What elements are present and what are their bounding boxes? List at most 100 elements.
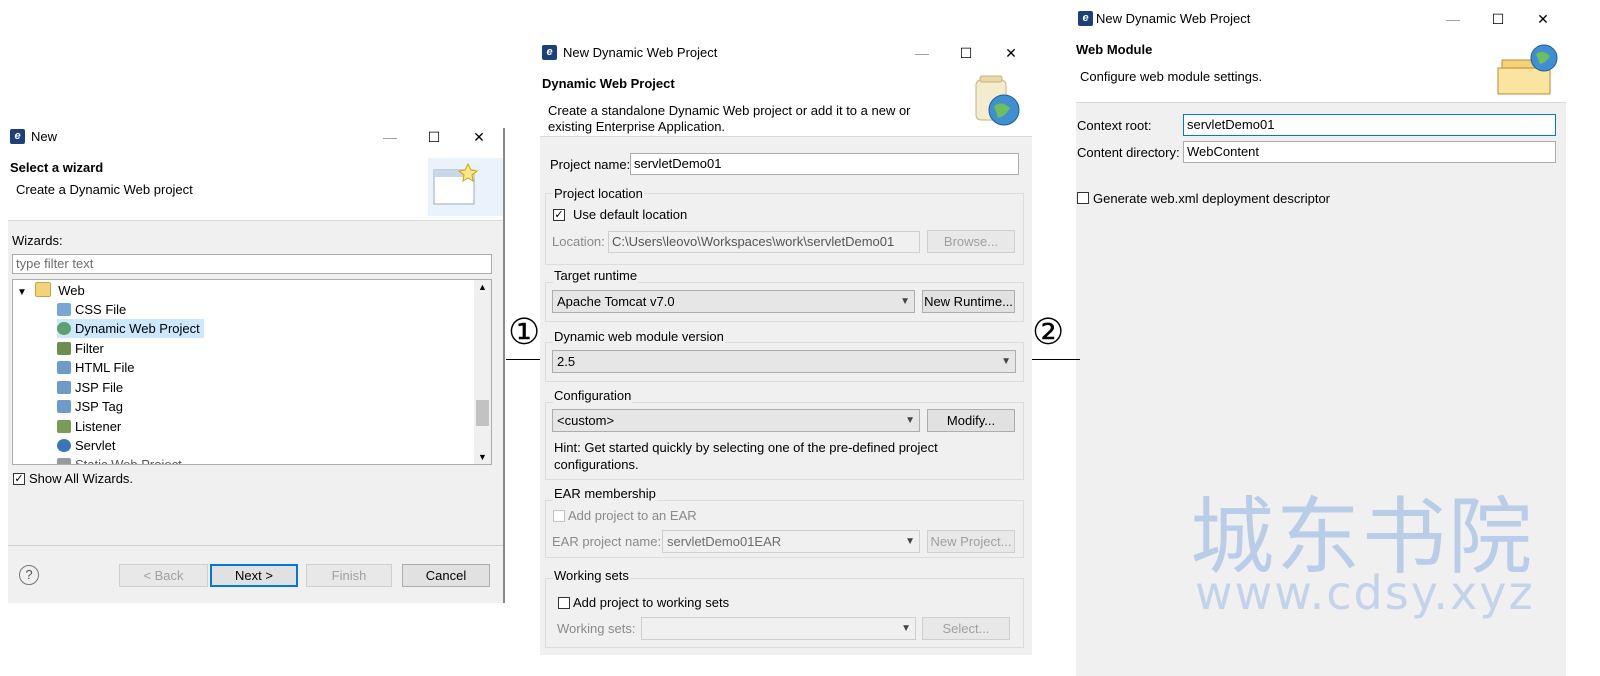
use-default-checkbox[interactable]: ✓ [553,209,565,221]
wizard-banner-icon [428,158,503,216]
tree-item-dynamic-web-project[interactable]: Dynamic Web Project [57,319,204,338]
ear-project-label: EAR project name: [552,534,662,549]
minimize-button[interactable]: — [1441,8,1465,30]
minimize-button[interactable]: — [910,42,934,64]
web-project-icon [57,322,71,335]
finish-button[interactable]: Finish [306,564,392,587]
content-directory-label: Content directory: [1077,145,1180,160]
maximize-button[interactable]: ☐ [954,42,978,64]
tree-item-listener[interactable]: Listener [57,417,121,436]
filter-input[interactable]: type filter text [12,254,492,274]
close-button[interactable]: ✕ [467,126,491,148]
scroll-down-icon[interactable]: ▼ [474,452,491,462]
show-all-checkbox[interactable]: ✓ [13,473,25,485]
next-button[interactable]: Next > [210,564,298,587]
add-ear-label: Add project to an EAR [568,508,697,523]
ear-membership-title: EAR membership [553,486,657,501]
tree-item-html-file[interactable]: HTML File [57,358,134,377]
help-icon[interactable]: ? [19,565,39,585]
tree-scrollbar[interactable]: ▲ ▼ [474,280,491,464]
window-title: New Dynamic Web Project [1096,11,1251,26]
target-runtime-title: Target runtime [553,268,639,283]
maximize-button[interactable]: ☐ [422,126,446,148]
eclipse-icon: e [542,45,557,60]
project-location-title: Project location [553,186,644,201]
jsp-tag-icon [57,400,71,413]
new-project-button[interactable]: New Project... [927,530,1015,553]
close-button[interactable]: ✕ [1531,8,1555,30]
header-description-line1: Create a standalone Dynamic Web project … [548,103,911,118]
title-bar: e New Dynamic Web Project — ☐ ✕ [540,38,1032,68]
tree-item-servlet[interactable]: Servlet [57,436,115,455]
project-name-label: Project name: [550,157,631,172]
project-location-group [545,193,1024,265]
chevron-down-icon: ▼ [901,623,911,634]
css-file-icon [57,303,71,316]
module-version-select[interactable]: 2.5 ▼ [552,350,1016,373]
header-title: Dynamic Web Project [542,76,675,91]
wizards-tree[interactable]: ▼ Web CSS File Dynamic Web Project Filte… [12,279,492,465]
content-directory-input[interactable]: WebContent [1183,141,1556,163]
tree-item-label: Filter [75,341,104,356]
ear-project-select[interactable]: servletDemo01EAR ▼ [662,530,920,553]
location-input[interactable]: C:\Users\leovo\Workspaces\work\servletDe… [608,231,920,253]
eclipse-icon: e [10,129,25,144]
maximize-button[interactable]: ☐ [1486,8,1510,30]
select-button[interactable]: Select... [922,617,1010,640]
working-sets-label: Working sets: [557,621,636,636]
new-runtime-button[interactable]: New Runtime... [922,290,1015,313]
title-bar: e New — ☐ ✕ [8,122,503,152]
chevron-down-icon: ▼ [905,536,915,547]
window-divider [503,128,505,603]
chevron-down-icon[interactable]: ▼ [17,283,31,302]
wizard-header: Dynamic Web Project Create a standalone … [540,68,1032,137]
static-web-icon [57,458,71,464]
html-file-icon [57,361,71,374]
step-marker-1-line [506,359,540,360]
tree-item-css-file[interactable]: CSS File [57,300,126,319]
step-marker-2: ② [1032,312,1065,353]
back-button[interactable]: < Back [119,564,208,587]
cancel-button[interactable]: Cancel [402,564,490,587]
web-project-banner-icon [975,75,1020,126]
context-root-input[interactable]: servletDemo01 [1183,114,1556,136]
step-marker-1: ① [508,312,541,353]
tree-item-label: CSS File [75,302,127,317]
configuration-hint-line1: Hint: Get started quickly by selecting o… [554,440,938,455]
modify-button[interactable]: Modify... [927,409,1015,432]
tree-item-jsp-tag[interactable]: JSP Tag [57,397,123,416]
add-working-sets-checkbox[interactable] [558,597,570,609]
servlet-icon [57,439,71,452]
new-wizard-window: e New — ☐ ✕ Select a wizard Create a Dyn… [8,122,503,603]
show-all-label: Show All Wizards. [29,471,134,486]
tree-item-label: Listener [75,419,122,434]
step-marker-2-line [1032,359,1080,360]
tree-item-filter[interactable]: Filter [57,339,104,358]
tree-node-web[interactable]: ▼ Web [17,281,85,300]
configuration-select[interactable]: <custom> ▼ [552,409,920,432]
generate-web-xml-label: Generate web.xml deployment descriptor [1093,191,1331,206]
scroll-up-icon[interactable]: ▲ [474,282,491,292]
working-sets-select[interactable]: ▼ [641,617,916,640]
browse-button[interactable]: Browse... [927,230,1015,253]
close-button[interactable]: ✕ [999,42,1023,64]
generate-web-xml-checkbox[interactable] [1077,192,1089,204]
tree-item-label: JSP File [75,380,124,395]
target-runtime-select[interactable]: Apache Tomcat v7.0 ▼ [552,290,915,313]
project-name-input[interactable]: servletDemo01 [630,153,1019,175]
tree-item-jsp-file[interactable]: JSP File [57,378,123,397]
header-title: Select a wizard [10,160,104,175]
tree-item-label: HTML File [75,360,135,375]
configuration-title: Configuration [553,388,633,403]
scroll-thumb[interactable] [476,400,489,426]
minimize-button[interactable]: — [378,126,402,148]
selected-value: 2.5 [557,354,576,369]
tree-item-label: Servlet [75,438,116,453]
use-default-label: Use default location [573,207,688,222]
add-ear-checkbox[interactable] [553,510,565,522]
tree-item-partial[interactable]: Static Web Project [57,455,182,464]
eclipse-icon: e [1078,11,1093,26]
web-module-banner-icon [1497,44,1558,95]
header-description: Configure web module settings. [1080,69,1263,84]
wizard-header: Web Module Configure web module settings… [1076,34,1566,103]
